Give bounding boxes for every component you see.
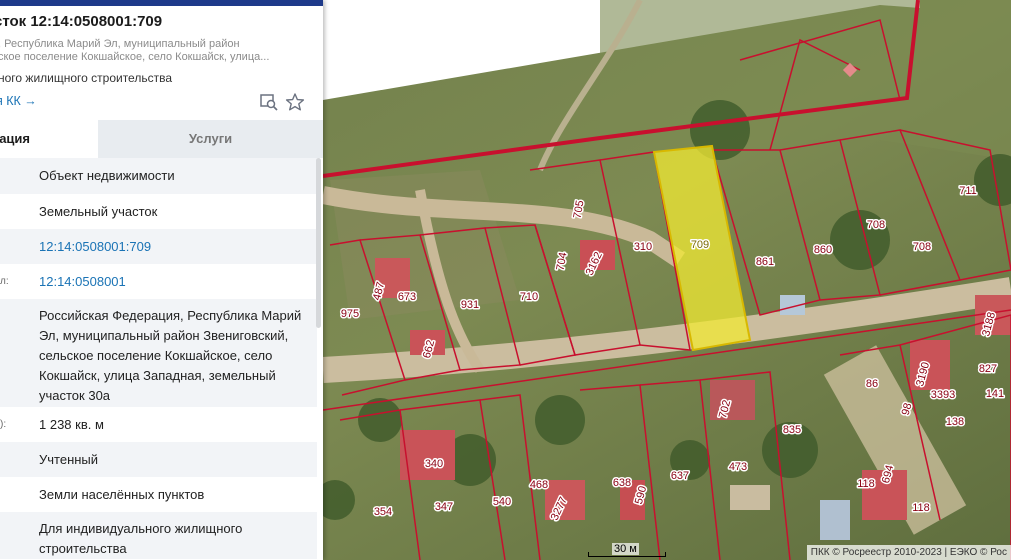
search-map-icon xyxy=(260,94,278,111)
kk-link[interactable]: я КК → xyxy=(0,94,37,108)
parcel-label: 141 xyxy=(986,388,1004,400)
parcel-label: 118 xyxy=(912,502,930,514)
attribute-row: ): 1 238 кв. м xyxy=(0,407,317,442)
attribute-row: Объект недвижимости xyxy=(0,158,317,194)
parcel-label: 118 xyxy=(857,478,875,490)
attribute-value: 1 238 кв. м xyxy=(39,417,104,432)
parcel-label: 468 xyxy=(530,479,548,491)
scale-label: 30 м xyxy=(612,543,639,555)
parcel-label: 710 xyxy=(520,291,538,303)
parcel-label: 975 xyxy=(341,308,359,320)
tab-services[interactable]: Услуги xyxy=(98,120,323,158)
parcel-label: 860 xyxy=(814,244,832,256)
parcel-label: 673 xyxy=(398,291,416,303)
attribute-value: Для индивидуального жилищного строительс… xyxy=(39,521,243,556)
attribute-row: Земли населённых пунктов xyxy=(0,477,317,512)
parcel-label: 540 xyxy=(493,496,511,508)
parcel-label: 86 xyxy=(866,378,878,390)
parcel-label: 708 xyxy=(867,219,885,231)
field-area xyxy=(600,0,1011,160)
address-line: , Республика Марий Эл, муниципальный рай… xyxy=(0,38,240,50)
search-map-button[interactable] xyxy=(259,92,279,112)
tab-bar: ация Услуги xyxy=(0,120,323,158)
attribute-value[interactable]: 12:14:0508001:709 xyxy=(39,237,311,257)
favorite-button[interactable] xyxy=(285,92,305,112)
tab-label: ация xyxy=(0,131,30,146)
attributes-list: Объект недвижимости Земельный участок 12:1… xyxy=(0,158,317,559)
parcel-label: 347 xyxy=(435,501,453,513)
scrollbar[interactable] xyxy=(316,158,321,328)
attribute-row: Земельный участок xyxy=(0,194,317,229)
attribute-key: л: xyxy=(0,276,9,287)
scale-bar: 30 м xyxy=(588,543,668,560)
attribute-value[interactable]: 12:14:0508001 xyxy=(39,272,311,292)
attribute-value: Российская Федерация, Республика Марий Э… xyxy=(39,308,302,403)
parcel-label: 310 xyxy=(634,241,652,253)
attribute-row: Учтенный xyxy=(0,442,317,477)
address-line: ское поселение Кокшайское, село Кокшайск… xyxy=(0,51,270,63)
parcel-label: 638 xyxy=(613,477,631,489)
map-copyright: ПКК © Росреестр 2010-2023 | ЕЭКО © Рос xyxy=(806,545,1011,560)
parcel-label: 827 xyxy=(979,363,997,375)
purpose-summary: ного жилищного строительства xyxy=(0,71,172,85)
attribute-value: Земельный участок xyxy=(39,204,158,219)
attribute-row: 12:14:0508001:709 xyxy=(0,229,317,264)
parcel-label: 835 xyxy=(783,424,801,436)
attribute-key: ): xyxy=(0,419,7,430)
parcel-label: 637 xyxy=(671,470,689,482)
parcel-label: 354 xyxy=(374,506,392,518)
parcel-label: 711 xyxy=(959,185,977,197)
address-summary: , Республика Марий Эл, муниципальный рай… xyxy=(0,38,269,64)
attribute-value: Земли населённых пунктов xyxy=(39,487,205,502)
parcel-label: 3393 xyxy=(931,389,955,401)
star-icon xyxy=(285,93,305,111)
attribute-value: Учтенный xyxy=(39,452,99,467)
info-panel: сток 12:14:0508001:709 , Республика Мари… xyxy=(0,0,323,560)
attribute-row: Российская Федерация, Республика Марий Э… xyxy=(0,299,317,407)
parcel-label: 138 xyxy=(946,416,964,428)
parcel-label: 709 xyxy=(691,239,709,251)
parcel-label: 861 xyxy=(756,256,774,268)
parcel-label: 473 xyxy=(729,461,747,473)
parcel-label: 340 xyxy=(425,458,443,470)
parcel-label: 708 xyxy=(913,241,931,253)
attribute-row: Для индивидуального жилищного строительс… xyxy=(0,512,317,559)
attribute-row: л: 12:14:0508001 xyxy=(0,264,317,299)
parcel-label: 931 xyxy=(461,299,479,311)
tab-information[interactable]: ация xyxy=(0,120,98,158)
attribute-value: Объект недвижимости xyxy=(39,168,175,183)
page-title: сток 12:14:0508001:709 xyxy=(0,13,163,30)
panel-top-bar xyxy=(0,0,323,6)
